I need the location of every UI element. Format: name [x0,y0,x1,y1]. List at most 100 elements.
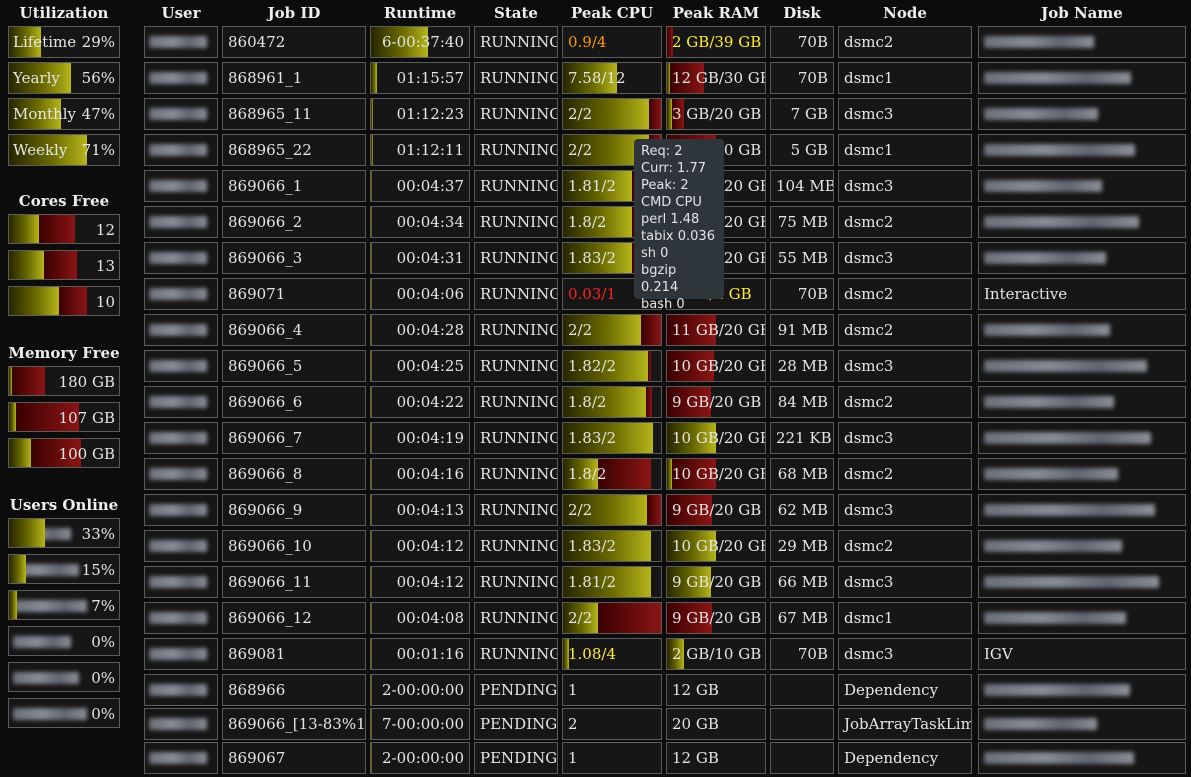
job-user-cell [144,530,218,562]
peak-ram-cell[interactable]: 2 GB/39 GB [666,26,766,58]
peak-cpu-cell[interactable]: 7.58/12 [562,62,662,94]
job-id-cell[interactable]: 869066_10 [222,530,366,562]
cores-alloc-fill [44,251,78,279]
disk-text: 84 MB [777,393,828,411]
job-id-cell[interactable]: 868965_11 [222,98,366,130]
peak-cpu-text: 2/2 [568,105,593,123]
peak-cpu-cell[interactable]: 2/2 [562,494,662,526]
user-name-redacted [149,72,207,84]
peak-cpu-cell[interactable]: 2/2 [562,98,662,130]
runtime-text: 00:04:37 [396,177,464,195]
user-usage-fill [9,519,46,547]
peak-ram-text: 12 GB [672,681,719,699]
peak-cpu-cell[interactable]: 1 [562,674,662,706]
runtime-text: 00:04:08 [396,609,464,627]
peak-ram-cell[interactable]: 12 GB/30 GB [666,62,766,94]
user-name-redacted [149,612,207,624]
job-id-cell[interactable]: 868961_1 [222,62,366,94]
utilization-bar-monthly: Monthly 47% [8,98,120,130]
job-id-cell[interactable]: 869071 [222,278,366,310]
job-id-cell[interactable]: 869066_8 [222,458,366,490]
job-id-cell[interactable]: 869081 [222,638,366,670]
job-name-cell: Interactive [978,278,1186,310]
job-id-cell[interactable]: 869066_2 [222,206,366,238]
state-text: RUNNING [480,177,558,195]
peak-cpu-cell[interactable]: 0.9/4 [562,26,662,58]
job-id-cell[interactable]: 869066_9 [222,494,366,526]
job-id-cell[interactable]: 869066_7 [222,422,366,454]
state-cell: RUNNING [474,242,558,274]
job-name-redacted [984,718,1097,730]
peak-ram-cell[interactable]: 9 GB/20 GB [666,494,766,526]
disk-text: 66 MB [777,573,828,591]
peak-cpu-cell[interactable]: 1.8/2 [562,386,662,418]
peak-cpu-cell[interactable]: 1.81/2 [562,566,662,598]
user-usage-value: 33% [81,525,115,543]
node-cell: Dependency [838,674,972,706]
state-cell: RUNNING [474,278,558,310]
state-cell: RUNNING [474,602,558,634]
peak-cpu-text: 1.82/2 [568,357,616,375]
runtime-text: 00:01:16 [396,645,464,663]
tooltip-line: Peak: 2 [641,178,689,193]
job-user-cell [144,638,218,670]
peak-ram-cell[interactable]: 10 GB/20 GB [666,458,766,490]
job-id-cell[interactable]: 869066_5 [222,350,366,382]
runtime-text: 00:04:22 [396,393,464,411]
peak-ram-cell[interactable]: 9 GB/20 GB [666,566,766,598]
job-id-cell[interactable]: 869066_[13-83%12] [222,708,366,740]
peak-cpu-cell[interactable]: 1 [562,742,662,774]
job-id-cell[interactable]: 860472 [222,26,366,58]
runtime-text: 00:04:19 [396,429,464,447]
peak-cpu-cell[interactable]: 1.83/2 [562,530,662,562]
peak-cpu-cell[interactable]: 2/2 [562,314,662,346]
user-online-row: 0% [8,626,120,656]
job-id-cell[interactable]: 869066_6 [222,386,366,418]
job-name-redacted [984,576,1159,588]
memory-free-bar: 107 GB [8,402,120,432]
user-name-redacted [13,708,87,720]
peak-ram-cell[interactable]: 10 GB/20 GB [666,350,766,382]
user-name-redacted [13,636,71,648]
tooltip-line: perl 1.48 [641,212,700,227]
state-cell: RUNNING [474,350,558,382]
peak-cpu-text: 1 [568,681,578,699]
peak-ram-cell[interactable]: 2 GB/10 GB [666,638,766,670]
job-id-cell[interactable]: 869066_3 [222,242,366,274]
disk-text: 221 KB [776,429,832,447]
job-id-cell[interactable]: 869066_12 [222,602,366,634]
job-id-text: 869066_11 [228,573,312,591]
job-id-cell[interactable]: 869067 [222,742,366,774]
peak-ram-cell[interactable]: 12 GB [666,674,766,706]
state-text: PENDING [480,749,558,767]
peak-ram-cell[interactable]: 11 GB/20 GB [666,314,766,346]
cores-free-bar: 13 [8,250,120,280]
job-id-cell[interactable]: 869066_11 [222,566,366,598]
runtime-cell: 01:12:23 [370,98,470,130]
peak-ram-cell[interactable]: 9 GB/20 GB [666,386,766,418]
peak-ram-cell[interactable]: 10 GB/20 GB [666,530,766,562]
job-name-cell [978,530,1186,562]
job-id-cell[interactable]: 869066_1 [222,170,366,202]
peak-cpu-cell[interactable]: 1.8/2 [562,458,662,490]
node-text: dsmc3 [844,429,894,447]
peak-cpu-cell[interactable]: 1.83/2 [562,422,662,454]
job-id-cell[interactable]: 868966 [222,674,366,706]
job-id-cell[interactable]: 869066_4 [222,314,366,346]
peak-cpu-cell[interactable]: 2 [562,708,662,740]
peak-ram-cell[interactable]: 10 GB/20 GB [666,422,766,454]
peak-ram-cell[interactable]: 20 GB [666,708,766,740]
node-text: dsmc3 [844,357,894,375]
peak-cpu-cell[interactable]: 1.08/4 [562,638,662,670]
runtime-cell: 00:04:37 [370,170,470,202]
job-id-cell[interactable]: 868965_22 [222,134,366,166]
job-name-redacted [984,180,1102,192]
peak-ram-cell[interactable]: 12 GB [666,742,766,774]
peak-ram-cell[interactable]: 3 GB/20 GB [666,98,766,130]
peak-ram-cell[interactable]: 9 GB/20 GB [666,602,766,634]
job-user-cell [144,242,218,274]
peak-cpu-cell[interactable]: 1.82/2 [562,350,662,382]
user-name-redacted [149,180,207,192]
peak-cpu-cell[interactable]: 2/2 [562,602,662,634]
peak-cpu-text: 1.08/4 [568,645,616,663]
